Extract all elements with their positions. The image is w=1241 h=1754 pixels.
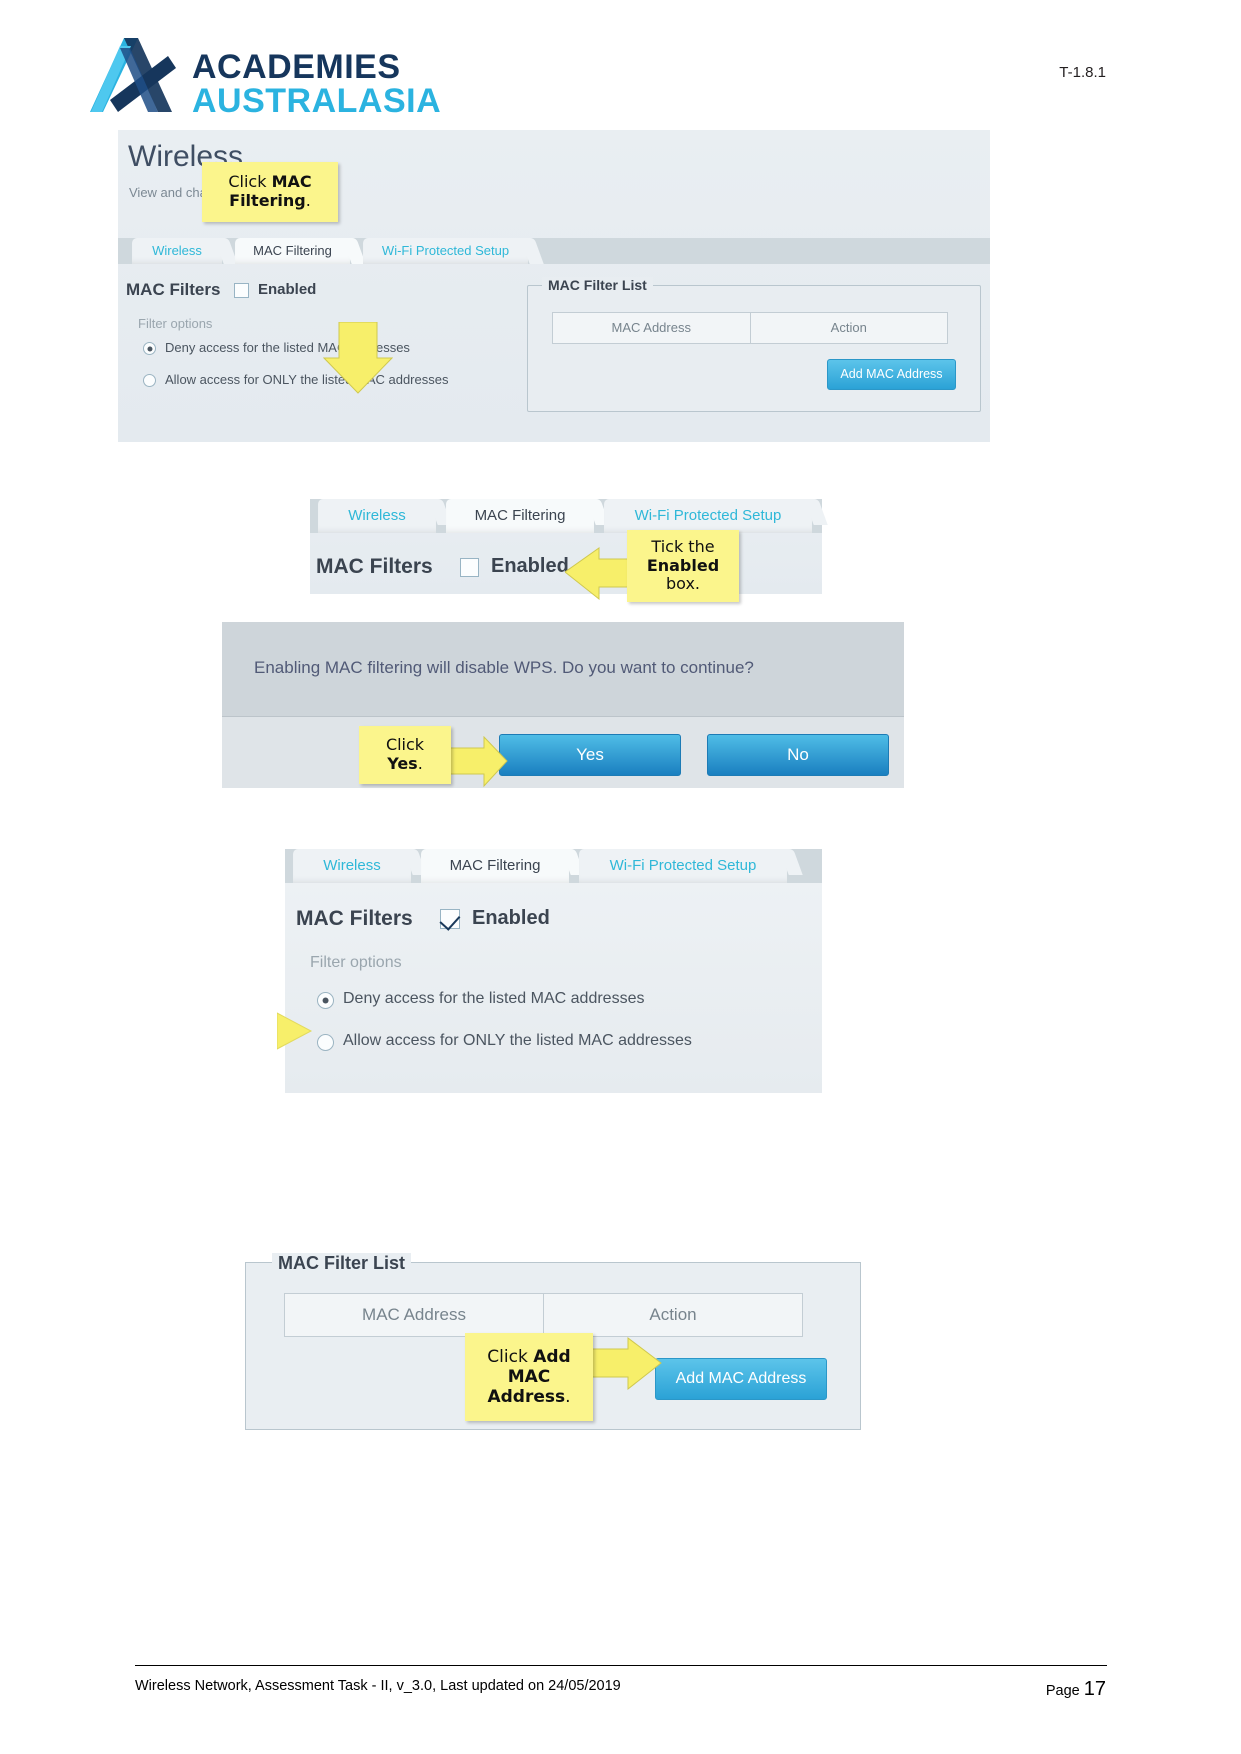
logo-line-1: ACADEMIES (192, 48, 401, 86)
logo-wordmark: ACADEMIES AUSTRALASIA (192, 50, 441, 118)
panel2-tab-mac-filtering-label: MAC Filtering (474, 507, 566, 524)
panel1-radio-deny[interactable] (143, 342, 156, 355)
panel1-radio-allow-label: Allow access for ONLY the listed MAC add… (165, 372, 449, 387)
panel4-radio-allow[interactable] (317, 1034, 334, 1051)
panel5-list-legend: MAC Filter List (272, 1253, 412, 1274)
panel2-callout-line2: Enabled (646, 555, 720, 575)
panel4-enabled-checkbox[interactable] (440, 909, 460, 929)
panel2-tab-wps-label: Wi-Fi Protected Setup (634, 507, 782, 524)
panel5-table-header: MAC Address Action (284, 1293, 803, 1337)
panel2-tab-wps[interactable]: Wi-Fi Protected Setup (604, 499, 812, 533)
panel5-th-mac-address: MAC Address (362, 1305, 466, 1324)
panel5-callout-line1: Click Add (487, 1346, 571, 1367)
tab-wifi-protected-setup[interactable]: Wi-Fi Protected Setup (363, 238, 528, 264)
panel5-th-action: Action (543, 1294, 802, 1336)
screenshot-panel-enabled-filter-options: Wireless MAC Filtering Wi-Fi Protected S… (277, 849, 822, 1093)
panel1-add-mac-address-button[interactable]: Add MAC Address (827, 359, 956, 390)
panel1-tabstrip: Wireless MAC Filtering Wi-Fi Protected S… (118, 238, 990, 264)
panel1-th-action: Action (749, 313, 948, 343)
panel1-page-subtitle: View and cha (129, 185, 207, 200)
footer-left-text: Wireless Network, Assessment Task - II, … (135, 1678, 621, 1694)
panel4-radio-allow-label: Allow access for ONLY the listed MAC add… (343, 1032, 692, 1049)
panel3-callout-line2: Yes. (387, 754, 423, 773)
panel3-no-button[interactable]: No (707, 734, 889, 776)
panel2-tabstrip: Wireless MAC Filtering Wi-Fi Protected S… (310, 499, 822, 533)
document-header: ACADEMIES AUSTRALASIA T-1.8.1 (0, 0, 1241, 130)
panel1-mac-filter-list: MAC Filter List MAC Address Action Add M… (527, 277, 981, 412)
tab-mac-filtering[interactable]: MAC Filtering (235, 238, 350, 264)
panel4-radio-deny[interactable] (317, 992, 334, 1009)
panel4-tab-wireless[interactable]: Wireless (293, 849, 411, 883)
panel1-th-mac-address: MAC Address (611, 320, 691, 335)
footer-divider (135, 1665, 1107, 1666)
panel2-tab-wireless[interactable]: Wireless (318, 499, 436, 533)
panel1-callout-arrow-icon (323, 322, 393, 394)
panel5-callout: Click Add MAC Address. (465, 1333, 593, 1421)
panel1-filter-options-label: Filter options (138, 316, 213, 331)
panel4-enabled-label: Enabled (472, 907, 550, 929)
panel3-callout-arrow-icon (448, 736, 508, 788)
tab-mac-filtering-label: MAC Filtering (253, 243, 332, 258)
panel4-tab-mac-filtering-label: MAC Filtering (449, 857, 541, 874)
panel1-callout-line1: Click MAC (228, 172, 312, 192)
screenshot-panel-wps-confirm-dialog: Enabling MAC filtering will disable WPS.… (222, 622, 904, 788)
panel2-tab-wireless-label: Wireless (348, 507, 406, 524)
footer-page-number: 17 (1083, 1678, 1106, 1700)
tab-wireless-label: Wireless (152, 243, 202, 258)
panel2-enabled-label: Enabled (491, 555, 569, 577)
panel4-tab-wps-label: Wi-Fi Protected Setup (609, 857, 757, 874)
panel1-table-header: MAC Address Action (552, 312, 948, 344)
panel3-callout-line1: Click (385, 735, 425, 755)
panel3-callout: Click Yes. (359, 726, 451, 784)
screenshot-panel-wireless-overview: Wireless View and cha Wireless MAC Filte… (118, 130, 990, 442)
panel4-tab-mac-filtering[interactable]: MAC Filtering (421, 849, 569, 883)
panel3-yes-button[interactable]: Yes (499, 734, 681, 776)
panel5-callout-line2: MAC (507, 1366, 551, 1387)
panel5-callout-arrow-icon (590, 1337, 662, 1391)
panel1-list-legend: MAC Filter List (542, 277, 653, 293)
panel4-tab-wps[interactable]: Wi-Fi Protected Setup (579, 849, 787, 883)
panel1-radio-allow[interactable] (143, 374, 156, 387)
footer-page-word: Page (1045, 1683, 1084, 1699)
panel4-mac-filters-label: MAC Filters (296, 907, 413, 930)
panel5-add-mac-address-button[interactable]: Add MAC Address (655, 1358, 827, 1400)
academies-australasia-logo-icon (90, 38, 176, 112)
panel1-mac-filters-label: MAC Filters (126, 280, 221, 299)
panel5-callout-line3: Address. (487, 1387, 571, 1408)
panel2-enabled-checkbox[interactable] (460, 558, 479, 577)
panel4-tabstrip: Wireless MAC Filtering Wi-Fi Protected S… (285, 849, 822, 883)
panel4-filter-options-label: Filter options (310, 954, 402, 971)
panel1-enabled-label: Enabled (258, 281, 317, 298)
panel1-enabled-checkbox[interactable] (234, 283, 249, 298)
tab-wps-label: Wi-Fi Protected Setup (381, 243, 510, 258)
panel2-callout-line3: box. (665, 574, 700, 594)
panel2-callout: Tick the Enabled box. (627, 530, 739, 602)
panel3-message: Enabling MAC filtering will disable WPS.… (254, 658, 754, 677)
document-code: T-1.8.1 (1059, 64, 1106, 81)
panel4-pointer-arrow-icon (277, 1012, 313, 1050)
panel4-tab-wireless-label: Wireless (323, 857, 381, 874)
panel2-callout-line1: Tick the (651, 536, 715, 556)
panel1-callout-line2: Filtering. (229, 191, 311, 210)
panel2-tab-mac-filtering[interactable]: MAC Filtering (446, 499, 594, 533)
footer-page-indicator: Page 17 (1046, 1678, 1106, 1701)
panel4-radio-deny-label: Deny access for the listed MAC addresses (343, 990, 645, 1007)
panel2-mac-filters-label: MAC Filters (316, 555, 433, 578)
panel1-callout: Click MAC Filtering. (202, 162, 338, 222)
tab-wireless[interactable]: Wireless (132, 238, 222, 264)
logo-line-2: AUSTRALASIA (192, 82, 442, 120)
